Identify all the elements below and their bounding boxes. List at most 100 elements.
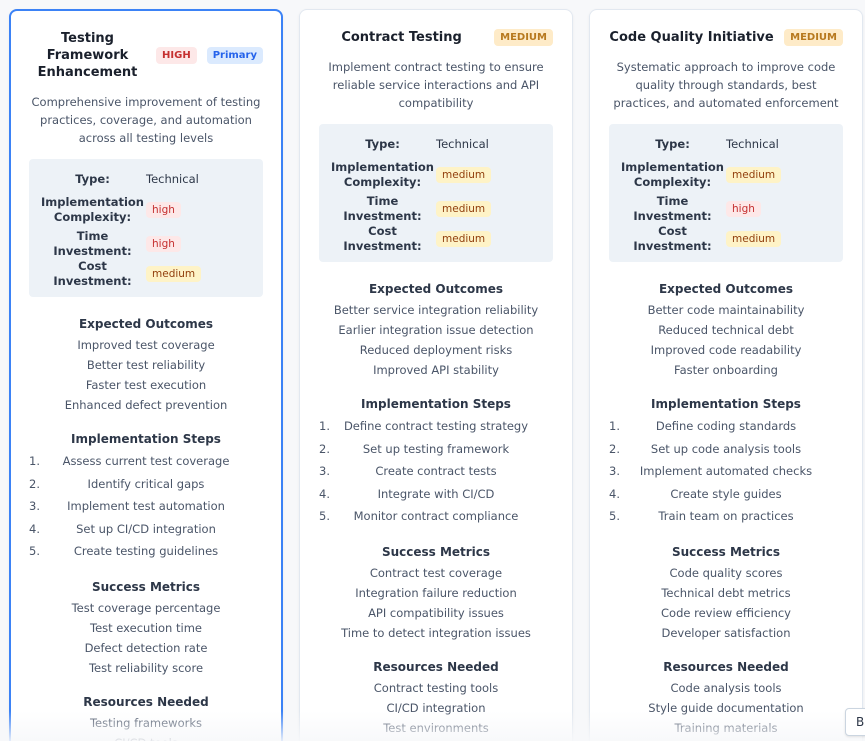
info-box: Type: Technical Implementation Complexit… — [29, 159, 263, 297]
cost-value: medium — [146, 266, 202, 282]
cost-label: Cost Investment: — [53, 259, 132, 288]
step-item: 3. Create contract tests — [319, 464, 497, 478]
complexity-value: medium — [436, 167, 492, 183]
time-label: Time Investment: — [53, 229, 132, 258]
info-row-cost: Cost Investment: medium — [329, 224, 543, 254]
card-description: Systematic approach to improve code qual… — [613, 60, 839, 110]
step-item: 5. Monitor contract compliance — [319, 509, 519, 523]
outcome-item: Reduced technical debt — [658, 323, 794, 337]
metric-item: Test coverage percentage — [71, 600, 221, 615]
card-description: Implement contract testing to ensure rel… — [328, 60, 544, 110]
step-item: 2. Set up testing framework — [319, 441, 510, 456]
info-box: Type: Technical Implementation Complexit… — [609, 124, 843, 262]
info-row-complexity: Implementation Complexity: medium — [329, 156, 543, 194]
resource-item: CI/CD integration — [386, 700, 486, 715]
step-item: 5. Train team on practices — [609, 509, 794, 523]
info-row-time: Time Investment: high — [39, 229, 253, 259]
steps-list: 1. Define coding standards 2. Set up code … — [609, 415, 843, 528]
outcome-item: Reduced deployment risks — [359, 343, 513, 357]
time-label: Time Investment: — [343, 194, 422, 223]
primary-badge: Primary — [206, 47, 263, 64]
resource-item: CI/CD tools — [29, 733, 263, 741]
metric-item: Technical debt metrics — [661, 585, 791, 600]
steps-title: Implementation Steps — [71, 432, 221, 446]
step-item: 2. Identify critical gaps — [29, 476, 205, 491]
complexity-value: medium — [726, 167, 782, 183]
info-row-cost: Cost Investment: medium — [619, 224, 833, 254]
type-value: Technical — [726, 137, 779, 151]
recommendation-card[interactable]: Testing Framework Enhancement HIGH Prima… — [9, 9, 283, 741]
metric-item: Code review efficiency — [661, 605, 791, 620]
time-value: medium — [436, 201, 492, 217]
card-title: Code Quality Initiative — [609, 30, 774, 45]
metrics-title: Success Metrics — [671, 544, 781, 559]
metric-item: Test reliability score — [88, 660, 204, 675]
metric-item: API compatibility issues — [368, 605, 504, 620]
outcomes-title: Expected Outcomes — [78, 317, 214, 331]
resource-item: Contract testing tools — [373, 680, 499, 695]
info-row-time: Time Investment: medium — [329, 194, 543, 224]
step-item: 2. Set up code analysis tools — [609, 441, 802, 456]
step-item: 1. Define coding standards — [609, 419, 797, 433]
outcomes-title: Expected Outcomes — [368, 282, 504, 296]
metric-item: Test execution time — [90, 620, 202, 635]
recommendation-card[interactable]: Contract Testing MEDIUM Implement contra… — [299, 9, 573, 741]
metric-item: Time to detect integration issues — [341, 625, 531, 640]
resource-item: Code analysis tools — [670, 680, 782, 695]
info-box: Type: Technical Implementation Complexit… — [319, 124, 553, 262]
info-row-type: Type: Technical — [329, 132, 543, 156]
resource-item: Test environments — [383, 720, 489, 735]
complexity-value: high — [146, 202, 181, 218]
metric-item: Contract test coverage — [369, 565, 503, 580]
cost-label: Cost Investment: — [343, 224, 422, 253]
cost-value: medium — [726, 231, 782, 247]
priority-badge: HIGH — [156, 47, 197, 64]
outcome-item: Earlier integration issue detection — [338, 323, 534, 337]
metric-item: Integration failure reduction — [355, 585, 517, 600]
resource-item: Style guide documentation — [648, 700, 804, 715]
type-label: Type: — [75, 171, 110, 186]
resources-title: Resources Needed — [663, 659, 789, 674]
outcome-item: Improved API stability — [373, 363, 499, 377]
card-header: Contract Testing MEDIUM — [319, 29, 553, 46]
resources-title: Resources Needed — [83, 694, 209, 709]
cost-label: Cost Investment: — [633, 224, 712, 253]
info-row-time: Time Investment: high — [619, 194, 833, 224]
floating-button[interactable]: B — [845, 708, 865, 736]
metric-item: Defect detection rate — [84, 640, 208, 655]
type-label: Type: — [365, 136, 400, 151]
time-value: high — [146, 236, 181, 252]
card-description: Comprehensive improvement of testing pra… — [31, 95, 261, 145]
card-title: Testing Framework Enhancement — [37, 31, 138, 80]
complexity-label: Implementation Complexity: — [621, 160, 724, 189]
metrics-title: Success Metrics — [381, 544, 491, 559]
card-header: Code Quality Initiative MEDIUM — [609, 29, 843, 46]
outcome-item: Better test reliability — [86, 358, 206, 372]
step-item: 5. Create testing guidelines — [29, 544, 219, 558]
outcome-item: Faster onboarding — [674, 363, 778, 377]
outcome-item: Better service integration reliability — [333, 303, 539, 317]
type-label: Type: — [655, 136, 690, 151]
steps-list: 1. Assess current test coverage 2. Identif… — [29, 450, 263, 563]
steps-list: 1. Define contract testing strategy 2. Set… — [319, 415, 553, 528]
card-header: Testing Framework Enhancement HIGH Prima… — [29, 30, 263, 81]
step-item: 4. Integrate with CI/CD — [319, 486, 495, 501]
recommendation-card[interactable]: Code Quality Initiative MEDIUM Systemati… — [589, 9, 863, 741]
complexity-label: Implementation Complexity: — [41, 195, 144, 224]
step-item: 1. Define contract testing strategy — [319, 419, 529, 433]
metric-item: Code quality scores — [669, 565, 783, 580]
outcome-item: Improved test coverage — [77, 338, 215, 352]
resource-item: Training materials — [674, 720, 778, 735]
step-item: 3. Implement test automation — [29, 499, 225, 513]
card-title: Contract Testing — [341, 30, 462, 45]
step-item: 4. Set up CI/CD integration — [29, 521, 216, 536]
metric-item: Developer satisfaction — [661, 625, 791, 640]
time-label: Time Investment: — [633, 194, 712, 223]
step-item: 4. Create style guides — [609, 486, 782, 501]
outcome-item: Enhanced defect prevention — [64, 398, 228, 412]
time-value: high — [726, 201, 761, 217]
type-value: Technical — [146, 172, 199, 186]
info-row-cost: Cost Investment: medium — [39, 259, 253, 289]
info-row-type: Type: Technical — [39, 167, 253, 191]
outcome-item: Faster test execution — [85, 378, 207, 392]
